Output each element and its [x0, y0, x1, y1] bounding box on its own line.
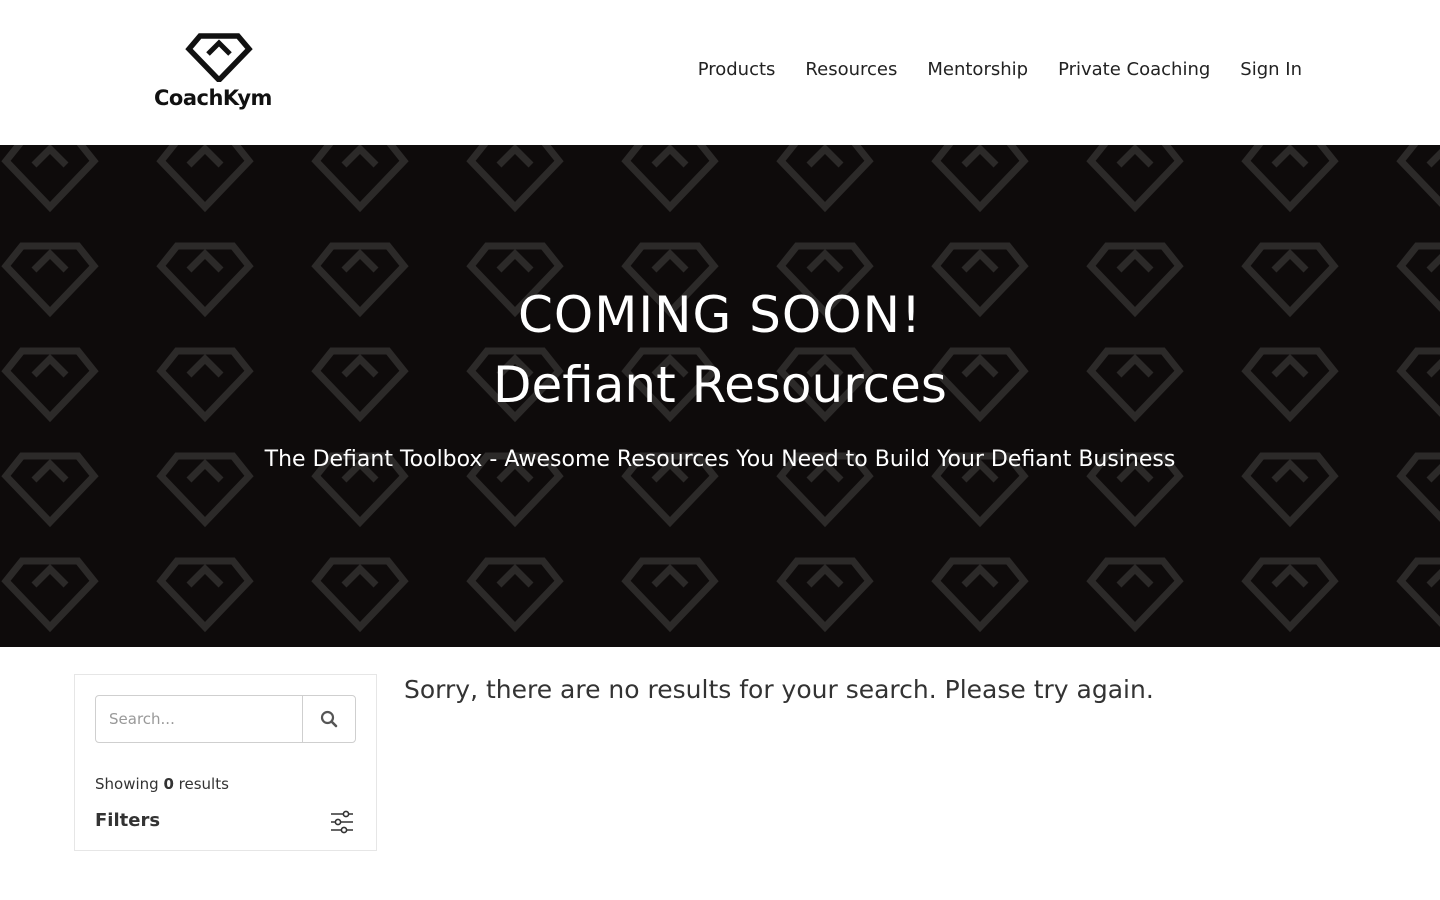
search-icon [320, 710, 338, 728]
logo-text: CoachKym [154, 86, 272, 110]
showing-suffix: results [178, 775, 229, 793]
result-count-value: 0 [163, 775, 174, 793]
diamond-logo-icon [185, 33, 253, 82]
nav-sign-in[interactable]: Sign In [1240, 58, 1302, 82]
hero-title-coming-soon: COMING SOON! [517, 286, 923, 344]
site-logo[interactable]: CoachKym [150, 30, 290, 114]
showing-prefix: Showing [95, 775, 159, 793]
filters-label: Filters [95, 810, 161, 831]
hero-banner: COMING SOON! Defiant Resources The Defia… [0, 145, 1440, 647]
nav-products[interactable]: Products [698, 58, 776, 82]
search-box [95, 695, 356, 743]
nav-resources[interactable]: Resources [805, 58, 897, 82]
site-header: CoachKym Products Resources Mentorship P… [0, 0, 1440, 145]
search-button[interactable] [302, 696, 355, 742]
no-results-message: Sorry, there are no results for your sea… [404, 675, 1154, 704]
filters-toggle[interactable]: Filters [95, 809, 356, 835]
results-count: Showing 0 results [95, 775, 229, 793]
search-input[interactable] [96, 696, 302, 742]
nav-private-coaching[interactable]: Private Coaching [1058, 58, 1210, 82]
filter-sidebar: Showing 0 results Filters [74, 674, 377, 851]
sliders-icon[interactable] [330, 810, 354, 834]
hero-title-defiant-resources: Defiant Resources [493, 356, 947, 414]
nav-mentorship[interactable]: Mentorship [927, 58, 1028, 82]
main-nav: Products Resources Mentorship Private Co… [698, 58, 1302, 82]
hero-subtitle: The Defiant Toolbox - Awesome Resources … [264, 447, 1176, 472]
